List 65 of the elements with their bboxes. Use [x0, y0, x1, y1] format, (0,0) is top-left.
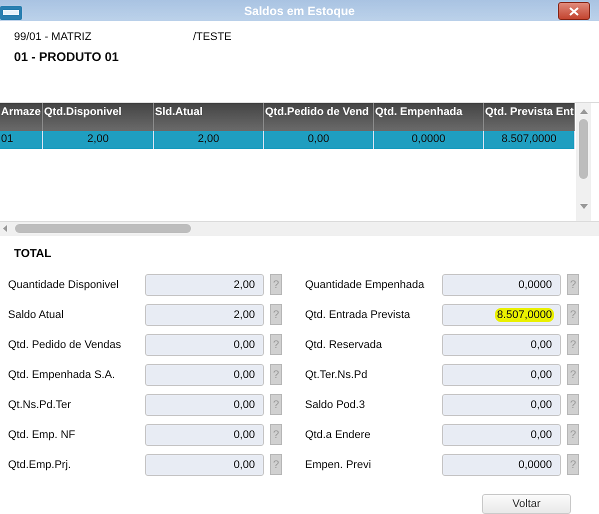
value-field[interactable]: 0,0000 — [442, 454, 561, 476]
field-value: 0,00 — [530, 428, 553, 442]
field-label: Quantidade Disponivel — [8, 278, 120, 291]
scroll-thumb[interactable] — [579, 118, 588, 179]
field-label: Qt.Ter.Ns.Pd — [305, 368, 368, 381]
field-label: Qtd.Emp.Prj. — [8, 458, 72, 471]
value-field[interactable]: 2,00 — [145, 274, 264, 296]
close-button[interactable] — [558, 2, 590, 20]
field-label: Qt.Ns.Pd.Ter — [8, 398, 72, 411]
field-label: Empen. Previ — [305, 458, 372, 471]
scroll-thumb[interactable] — [15, 224, 191, 234]
field-value: 0,00 — [232, 458, 256, 472]
value-field[interactable]: 0,00 — [442, 424, 561, 446]
down-arrow-icon — [580, 204, 588, 209]
back-button[interactable]: Voltar — [482, 494, 571, 514]
section-title: TOTAL — [13, 246, 52, 262]
up-arrow-icon — [580, 108, 588, 114]
field-value: 2,00 — [232, 308, 256, 322]
table-cell: 2,00 — [154, 130, 264, 149]
field-value: 0,0000 — [517, 278, 553, 292]
product-title: 01 - PRODUTO 01 — [14, 50, 119, 64]
field-label: Qtd. Reservada — [305, 338, 384, 351]
value-field[interactable]: 0,00 — [442, 394, 561, 416]
field-value: 0,0000 — [517, 458, 553, 472]
field-value: 0,00 — [232, 368, 256, 382]
branch-suffix: /TESTE — [193, 31, 232, 44]
field-value: 0,00 — [530, 368, 553, 382]
field-value: 0,00 — [232, 338, 256, 352]
value-field[interactable]: 0,00 — [145, 424, 264, 446]
value-field[interactable]: 0,00 — [145, 334, 264, 356]
vertical-scrollbar[interactable] — [576, 102, 591, 221]
field-label: Qtd. Entrada Prevista — [305, 308, 412, 321]
field-label: Saldo Pod.3 — [305, 398, 366, 411]
value-field[interactable]: 0,0000 — [442, 274, 561, 296]
value-field[interactable]: 0,00 — [145, 364, 264, 386]
field-value: 8.507,0000 — [494, 308, 554, 322]
field-value: 0,00 — [232, 398, 256, 412]
value-field[interactable]: 0,00 — [145, 454, 264, 476]
value-field[interactable]: 2,00 — [145, 304, 264, 326]
branch-label: 99/01 - MATRIZ — [14, 31, 92, 44]
value-field[interactable]: 8.507,0000 — [442, 304, 561, 326]
field-label: Qtd. Emp. NF — [8, 428, 76, 441]
field-value: 0,00 — [232, 428, 256, 442]
field-value: 2,00 — [232, 278, 256, 292]
field-label: Saldo Atual — [8, 308, 65, 321]
horizontal-scrollbar[interactable] — [0, 220, 599, 236]
window-icon — [0, 6, 22, 20]
field-label: Qtd. Empenhada S.A. — [8, 368, 116, 381]
close-icon — [569, 6, 579, 16]
table-cell: 2,00 — [43, 130, 154, 149]
field-label: Quantidade Empenhada — [305, 278, 426, 291]
table-cell: 8.507,0000 — [484, 130, 575, 149]
value-field[interactable]: 0,00 — [145, 394, 264, 416]
field-value: 0,00 — [530, 398, 553, 412]
left-arrow-icon — [3, 225, 7, 232]
window-title: Saldos em Estoque — [244, 4, 355, 18]
value-field[interactable]: 0,00 — [442, 334, 561, 356]
table-cell: 01 — [0, 130, 43, 149]
field-value: 0,00 — [530, 338, 553, 352]
field-label: Qtd.a Endere — [305, 428, 372, 441]
value-field[interactable]: 0,00 — [442, 364, 561, 386]
table-cell: 0,0000 — [374, 130, 484, 149]
table-row[interactable]: 01 2,00 2,00 0,00 0,0000 8.507,0000 — [0, 130, 575, 149]
table-cell: 0,00 — [264, 130, 374, 149]
field-label: Qtd. Pedido de Vendas — [8, 338, 122, 351]
